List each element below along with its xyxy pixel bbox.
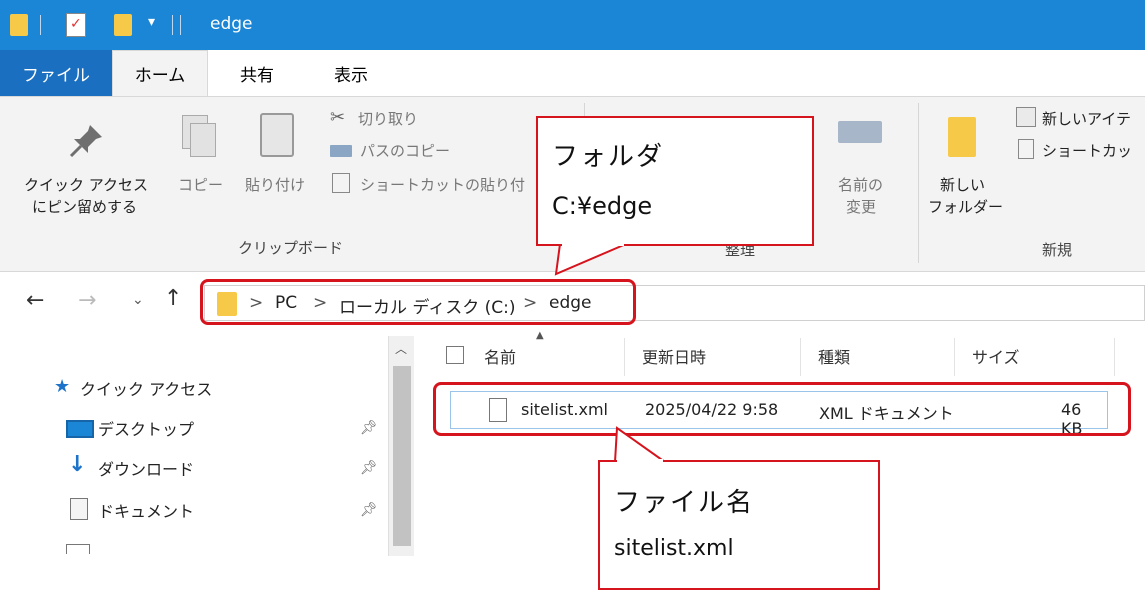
- column-header-modified[interactable]: 更新日時: [642, 344, 706, 368]
- paste-button[interactable]: 貼り付け: [245, 175, 305, 195]
- divider: [40, 15, 41, 35]
- tab-home[interactable]: ホーム: [112, 50, 208, 96]
- paste-shortcut-button[interactable]: ショートカットの貼り付: [360, 175, 525, 195]
- rename-button-line2[interactable]: 変更: [846, 197, 876, 217]
- divider[interactable]: [624, 338, 625, 376]
- up-arrow-icon[interactable]: ↑: [164, 286, 182, 311]
- file-list-header: ▲ 名前 更新日時 種類 サイズ: [428, 330, 1145, 376]
- column-header-type[interactable]: 種類: [818, 344, 850, 368]
- pin-quick-access-label-2[interactable]: にピン留めする: [32, 197, 137, 217]
- star-icon: ★: [54, 376, 71, 397]
- copy-path-button[interactable]: パスのコピー: [360, 141, 450, 161]
- forward-arrow-icon[interactable]: →: [78, 288, 96, 313]
- divider: [180, 15, 181, 35]
- pin-icon[interactable]: 📌︎: [360, 502, 378, 518]
- new-folder-quick-icon[interactable]: [114, 14, 132, 36]
- scissors-icon: ✂: [330, 107, 346, 128]
- address-highlight-box: [200, 279, 636, 325]
- new-item-icon: [1016, 107, 1036, 127]
- folder-callout: フォルダ C:¥edge: [536, 116, 814, 246]
- folder-callout-value: C:¥edge: [552, 192, 653, 220]
- tab-view[interactable]: 表示: [316, 50, 386, 96]
- title-bar: ▾ edge: [0, 0, 1145, 50]
- pointer-mask: [562, 242, 624, 246]
- scrollbar-thumb[interactable]: [393, 366, 411, 546]
- nav-item-documents[interactable]: ドキュメント: [98, 498, 194, 522]
- nav-item-downloads[interactable]: ダウンロード: [98, 456, 194, 480]
- new-folder-button-line2[interactable]: フォルダー: [928, 197, 1003, 217]
- new-folder-icon: [948, 117, 976, 157]
- file-callout: ファイル名 sitelist.xml: [598, 460, 880, 590]
- easy-access-button[interactable]: ショートカッ: [1042, 141, 1132, 161]
- pin-icon[interactable]: 📌︎: [360, 420, 378, 436]
- navigation-pane: ★ クイック アクセス デスクトップ 📌︎ ↓ ダウンロード 📌︎ ドキュメント…: [0, 334, 414, 584]
- rename-icon: [838, 121, 882, 143]
- picture-icon: [66, 544, 90, 554]
- new-group-label: 新規: [1042, 241, 1073, 259]
- divider[interactable]: [1114, 338, 1115, 376]
- nav-item-desktop[interactable]: デスクトップ: [98, 416, 194, 440]
- file-callout-value: sitelist.xml: [614, 536, 734, 561]
- download-arrow-icon: ↓: [68, 452, 87, 477]
- divider[interactable]: [800, 338, 801, 376]
- clipboard-icon: [260, 113, 294, 157]
- cut-button[interactable]: 切り取り: [358, 109, 418, 129]
- file-highlight-box: [433, 382, 1131, 436]
- folder-icon: [10, 14, 28, 36]
- document-icon: [70, 498, 88, 520]
- divider: [172, 15, 173, 35]
- column-header-size[interactable]: サイズ: [972, 344, 1020, 368]
- copy-path-icon: [330, 145, 352, 157]
- desktop-icon: [66, 420, 94, 438]
- pin-icon[interactable]: 📌︎: [360, 460, 378, 476]
- pin-quick-access-label[interactable]: クイック アクセス: [24, 175, 148, 195]
- nav-scrollbar[interactable]: ︿: [388, 336, 414, 556]
- copy-button[interactable]: コピー: [178, 175, 223, 195]
- new-folder-button-line1[interactable]: 新しい: [940, 175, 985, 195]
- pointer-mask: [617, 459, 663, 463]
- ribbon-tabs: ファイル ホーム 共有 表示: [0, 50, 1145, 96]
- divider: [918, 103, 919, 263]
- scroll-up-chevron-icon[interactable]: ︿: [395, 340, 407, 357]
- customize-toolbar-chevron-icon[interactable]: ▾: [148, 14, 155, 30]
- easy-access-icon: [1018, 139, 1034, 159]
- nav-item-quick-access[interactable]: クイック アクセス: [80, 376, 212, 400]
- divider[interactable]: [954, 338, 955, 376]
- file-callout-title: ファイル名: [614, 488, 755, 518]
- new-item-button[interactable]: 新しいアイテ: [1042, 109, 1131, 129]
- window-title: edge: [210, 14, 253, 34]
- pin-icon: [66, 121, 106, 165]
- column-header-name[interactable]: 名前: [484, 344, 516, 368]
- back-arrow-icon[interactable]: ←: [26, 288, 44, 313]
- folder-callout-title: フォルダ: [552, 142, 665, 172]
- tab-file[interactable]: ファイル: [0, 50, 112, 96]
- properties-icon[interactable]: [66, 13, 86, 37]
- paste-shortcut-icon: [332, 173, 350, 193]
- copy-icon-back: [190, 123, 216, 157]
- clipboard-group-label: クリップボード: [238, 239, 344, 257]
- tab-share[interactable]: 共有: [222, 50, 292, 96]
- recent-locations-chevron-icon[interactable]: ⌄: [132, 292, 144, 308]
- sort-ascending-icon: ▲: [536, 330, 544, 341]
- select-all-checkbox[interactable]: [446, 346, 464, 364]
- rename-button-line1[interactable]: 名前の: [838, 175, 883, 195]
